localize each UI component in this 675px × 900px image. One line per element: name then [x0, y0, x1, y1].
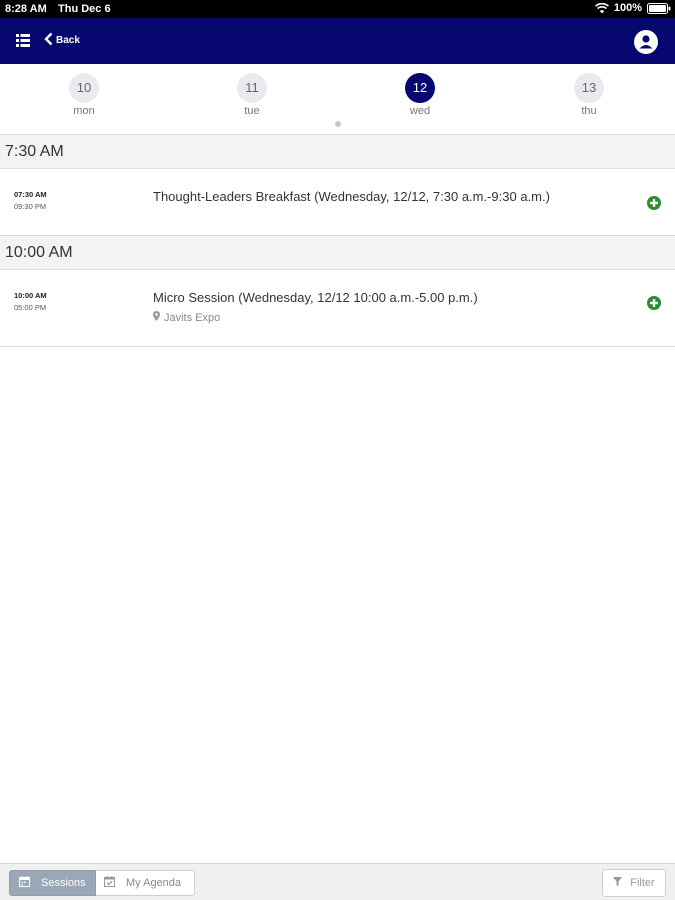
tab-sessions[interactable]: Sessions [9, 870, 96, 896]
day-weekday: mon [73, 105, 95, 117]
page-indicator-dot [335, 121, 341, 127]
session-row[interactable]: 07:30 AM 09:30 PM Thought-Leaders Breakf… [0, 169, 675, 236]
calendar-check-icon [104, 876, 126, 890]
day-tue-11[interactable]: 11 tue [222, 73, 282, 117]
nav-bar: Back [0, 18, 675, 64]
location-label: Javits Expo [164, 311, 221, 324]
tab-my-agenda-label: My Agenda [126, 877, 182, 889]
day-wed-12[interactable]: 12 wed [390, 73, 450, 117]
session-start-time: 10:00 AM [14, 291, 47, 300]
status-bar: 8:28 AM Thu Dec 6 100% [0, 0, 675, 18]
filter-button[interactable]: Filter [602, 869, 666, 897]
session-end-time: 05:00 PM [14, 303, 47, 312]
filter-label: Filter [630, 877, 655, 889]
status-time: 8:28 AM [5, 3, 47, 15]
status-right: 100% [594, 2, 671, 14]
session-times: 07:30 AM 09:30 PM [14, 189, 47, 213]
back-button[interactable]: Back [44, 32, 80, 49]
session-row[interactable]: 10:00 AM 05:00 PM Micro Session (Wednesd… [0, 270, 675, 347]
day-mon-10[interactable]: 10 mon [54, 73, 114, 117]
grid-menu-icon[interactable] [16, 34, 30, 47]
battery-icon [647, 2, 671, 14]
profile-avatar-icon[interactable] [634, 30, 658, 54]
day-number: 10 [69, 73, 99, 103]
day-weekday: tue [244, 105, 260, 117]
wifi-icon [594, 2, 609, 14]
session-title: Micro Session (Wednesday, 12/12 10:00 a.… [153, 290, 478, 305]
day-number: 11 [237, 73, 267, 103]
chevron-left-icon [44, 32, 53, 49]
day-weekday: thu [581, 105, 597, 117]
tab-my-agenda[interactable]: My Agenda [96, 870, 195, 896]
time-header: 7:30 AM [0, 135, 675, 169]
status-date: Thu Dec 6 [58, 3, 111, 15]
battery-percent: 100% [613, 2, 642, 14]
session-times: 10:00 AM 05:00 PM [14, 290, 47, 314]
map-pin-icon [153, 311, 160, 324]
day-number: 13 [574, 73, 604, 103]
time-header: 10:00 AM [0, 236, 675, 270]
bottom-toolbar: Sessions My Agenda Filter [0, 863, 675, 900]
session-title: Thought-Leaders Breakfast (Wednesday, 12… [153, 189, 550, 204]
day-thu-13[interactable]: 13 thu [559, 73, 619, 117]
filter-icon [613, 876, 623, 890]
day-number: 12 [405, 73, 435, 103]
add-to-agenda-icon[interactable] [646, 295, 662, 311]
calendar-icon [19, 876, 41, 890]
day-weekday: wed [409, 105, 431, 117]
session-location: Javits Expo [153, 311, 220, 324]
back-label: Back [56, 35, 80, 46]
tab-sessions-label: Sessions [41, 877, 86, 889]
add-to-agenda-icon[interactable] [646, 195, 662, 211]
session-end-time: 09:30 PM [14, 202, 47, 211]
session-start-time: 07:30 AM [14, 190, 47, 199]
date-selector: 10 mon 11 tue 12 wed 13 thu [0, 64, 675, 135]
